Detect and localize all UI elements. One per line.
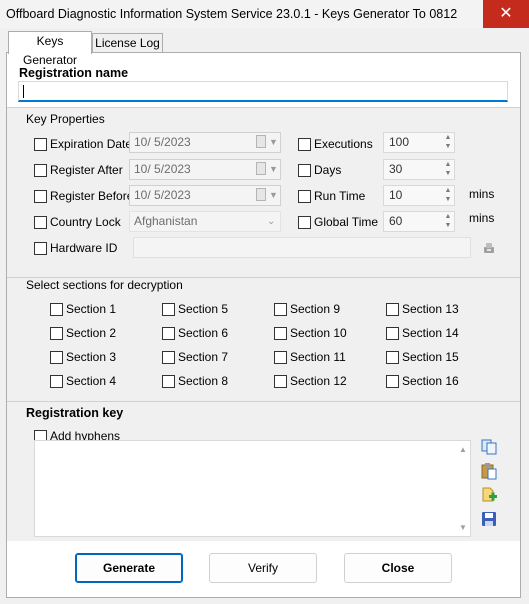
- section-label: Section 16: [402, 374, 459, 388]
- divider: [7, 401, 520, 402]
- global-time-checkbox[interactable]: [298, 216, 311, 229]
- country-lock-label: Country Lock: [50, 215, 121, 229]
- sections-group: Select sections for decryption Section 1…: [7, 277, 520, 401]
- expiration-date-label: Expiration Date: [50, 137, 133, 151]
- section-checkbox[interactable]: [162, 303, 175, 316]
- section-label: Section 8: [178, 374, 229, 388]
- register-after-label: Register After: [50, 163, 123, 177]
- registration-key-group: Registration key Add hyphens ▲ ▼: [7, 401, 520, 541]
- calendar-icon[interactable]: [256, 162, 266, 175]
- hardware-id-checkbox[interactable]: [34, 242, 47, 255]
- save-icon[interactable]: [480, 510, 498, 528]
- add-file-icon[interactable]: [480, 486, 498, 504]
- tab-keys-generator[interactable]: Keys Generator: [8, 31, 92, 67]
- generate-button[interactable]: Generate: [75, 553, 183, 583]
- section-label: Section 14: [402, 326, 459, 340]
- section-checkbox[interactable]: [50, 327, 63, 340]
- scroll-down-icon[interactable]: ▼: [457, 523, 469, 532]
- section-checkbox[interactable]: [274, 351, 287, 364]
- stepper-arrows-icon[interactable]: ▲ ▼: [442, 160, 454, 179]
- executions-label: Executions: [314, 137, 373, 151]
- calendar-icon[interactable]: [256, 188, 266, 201]
- executions-checkbox[interactable]: [298, 138, 311, 151]
- country-select[interactable]: Afghanistan ⌄: [129, 211, 281, 232]
- section-label: Section 15: [402, 350, 459, 364]
- section-label: Section 2: [66, 326, 117, 340]
- chevron-down-icon[interactable]: ▼: [269, 186, 278, 205]
- tab-license-log[interactable]: License Log: [92, 33, 163, 54]
- section-checkbox[interactable]: [386, 327, 399, 340]
- section-checkbox[interactable]: [386, 351, 399, 364]
- section-checkbox[interactable]: [50, 375, 63, 388]
- section-label: Section 3: [66, 350, 117, 364]
- close-button[interactable]: Close: [344, 553, 452, 583]
- run-time-unit: mins: [469, 187, 495, 201]
- stepper-arrows-icon[interactable]: ▲ ▼: [442, 133, 454, 152]
- divider: [7, 107, 520, 108]
- key-properties-label: Key Properties: [26, 112, 105, 126]
- register-after-checkbox[interactable]: [34, 164, 47, 177]
- chevron-down-icon[interactable]: ⌄: [267, 212, 275, 231]
- section-checkbox[interactable]: [50, 303, 63, 316]
- hardware-icon[interactable]: [481, 240, 497, 256]
- hardware-id-label: Hardware ID: [50, 241, 118, 255]
- section-label: Section 7: [178, 350, 229, 364]
- days-checkbox[interactable]: [298, 164, 311, 177]
- stepper-arrows-icon[interactable]: ▲ ▼: [442, 186, 454, 205]
- global-time-stepper[interactable]: 60 ▲ ▼: [383, 211, 455, 232]
- section-label: Section 6: [178, 326, 229, 340]
- verify-button[interactable]: Verify: [209, 553, 317, 583]
- hardware-id-input[interactable]: [133, 237, 471, 258]
- section-checkbox[interactable]: [386, 375, 399, 388]
- section-label: Section 1: [66, 302, 117, 316]
- register-before-checkbox[interactable]: [34, 190, 47, 203]
- section-checkbox[interactable]: [162, 375, 175, 388]
- expiration-date-picker[interactable]: 10/ 5/2023 ▼: [129, 132, 281, 153]
- expiration-date-checkbox[interactable]: [34, 138, 47, 151]
- paste-icon[interactable]: [480, 462, 498, 480]
- copy-icon[interactable]: [480, 438, 498, 456]
- text-caret: [23, 85, 24, 98]
- register-before-picker[interactable]: 10/ 5/2023 ▼: [129, 185, 281, 206]
- run-time-stepper[interactable]: 10 ▲ ▼: [383, 185, 455, 206]
- section-checkbox[interactable]: [274, 375, 287, 388]
- section-checkbox[interactable]: [274, 327, 287, 340]
- sections-label: Select sections for decryption: [26, 278, 183, 292]
- section-label: Section 13: [402, 302, 459, 316]
- scroll-up-icon[interactable]: ▲: [457, 445, 469, 454]
- window-close-button[interactable]: ✕: [483, 0, 529, 28]
- registration-name-input[interactable]: [18, 81, 508, 102]
- key-properties-group: Key Properties Expiration Date 10/ 5/202…: [7, 107, 520, 277]
- registration-key-label: Registration key: [26, 406, 124, 420]
- country-lock-checkbox[interactable]: [34, 216, 47, 229]
- section-checkbox[interactable]: [162, 327, 175, 340]
- global-time-label: Global Time: [314, 215, 379, 229]
- section-label: Section 12: [290, 374, 347, 388]
- stepper-arrows-icon[interactable]: ▲ ▼: [442, 212, 454, 231]
- section-checkbox[interactable]: [50, 351, 63, 364]
- executions-stepper[interactable]: 100 ▲ ▼: [383, 132, 455, 153]
- keys-generator-panel: Registration name Key Properties Expirat…: [6, 52, 521, 598]
- section-checkbox[interactable]: [386, 303, 399, 316]
- days-label: Days: [314, 163, 342, 177]
- section-checkbox[interactable]: [274, 303, 287, 316]
- days-stepper[interactable]: 30 ▲ ▼: [383, 159, 455, 180]
- section-label: Section 5: [178, 302, 229, 316]
- register-after-picker[interactable]: 10/ 5/2023 ▼: [129, 159, 281, 180]
- chevron-down-icon[interactable]: ▼: [269, 133, 278, 152]
- section-label: Section 10: [290, 326, 347, 340]
- window-title: Offboard Diagnostic Information System S…: [0, 0, 529, 28]
- run-time-label: Run Time: [314, 189, 366, 203]
- registration-key-textarea[interactable]: ▲ ▼: [34, 440, 471, 537]
- chevron-down-icon[interactable]: ▼: [269, 160, 278, 179]
- section-label: Section 11: [290, 350, 346, 364]
- calendar-icon[interactable]: [256, 135, 266, 148]
- run-time-checkbox[interactable]: [298, 190, 311, 203]
- global-time-unit: mins: [469, 211, 495, 225]
- section-label: Section 9: [290, 302, 341, 316]
- section-label: Section 4: [66, 374, 117, 388]
- register-before-label: Register Before: [50, 189, 134, 203]
- section-checkbox[interactable]: [162, 351, 175, 364]
